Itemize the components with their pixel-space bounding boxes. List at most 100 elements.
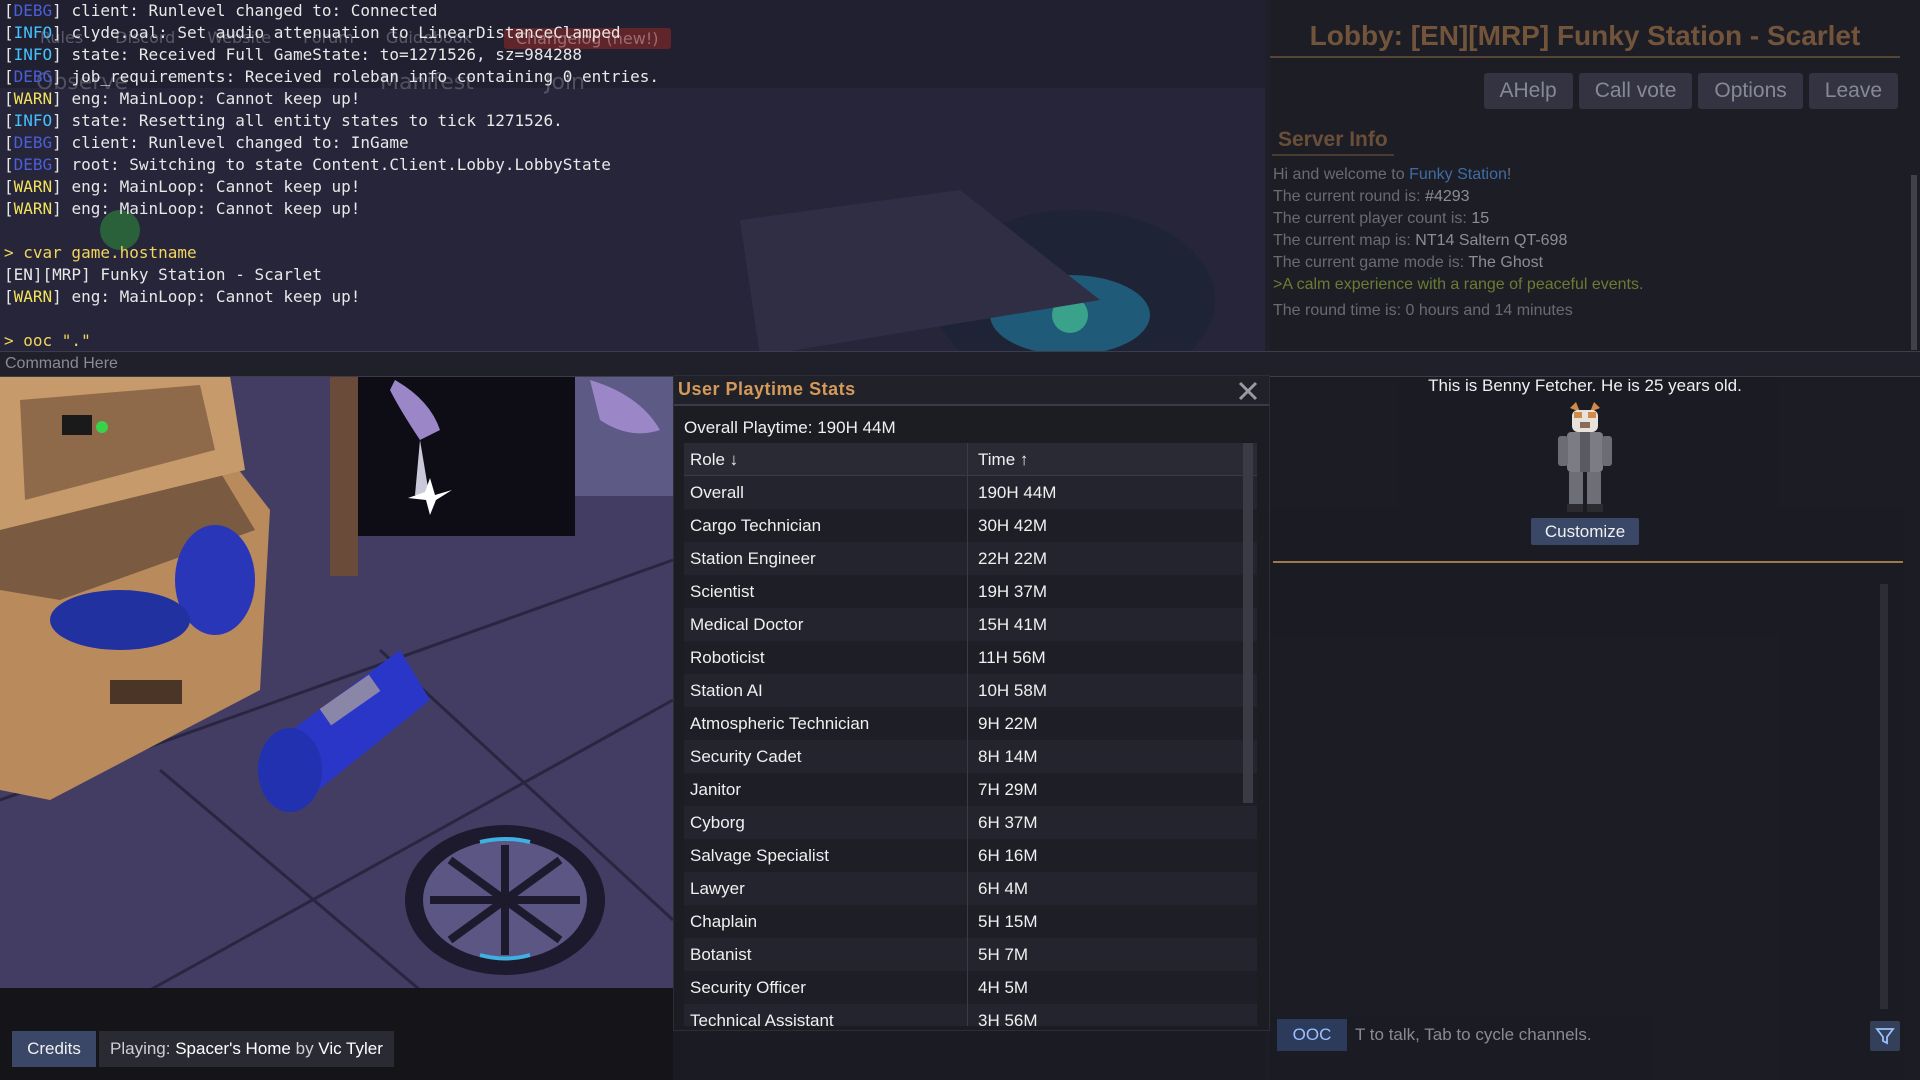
now-playing: Playing: Spacer's Home by Vic Tyler bbox=[99, 1031, 394, 1067]
log-message: eng: MainLoop: Cannot keep up! bbox=[71, 89, 361, 108]
role-cell: Overall bbox=[684, 476, 968, 509]
table-body: Overall 190H 44M Cargo Technician 30H 42M St… bbox=[684, 476, 1257, 1026]
playing-label: Playing: bbox=[110, 1039, 176, 1058]
window-title: User Playtime Stats bbox=[678, 379, 856, 399]
time-cell: 9H 22M bbox=[978, 714, 1038, 733]
panel-divider bbox=[1273, 561, 1903, 563]
time-cell: 190H 44M bbox=[978, 483, 1057, 502]
table-row: Cyborg 6H 37M bbox=[684, 806, 1257, 839]
role-cell: Lawyer bbox=[684, 872, 968, 905]
log-level-tag: INFO bbox=[13, 111, 53, 130]
role-cell: Cargo Technician bbox=[684, 509, 968, 542]
table-row: Medical Doctor 15H 41M bbox=[684, 608, 1257, 641]
log-message: root: Switching to state Content.Client.… bbox=[71, 155, 611, 174]
log-message: state: Resetting all entity states to ti… bbox=[71, 111, 563, 130]
chat-channel-button[interactable]: OOC bbox=[1277, 1019, 1347, 1051]
playtime-stats-window: User Playtime Stats Overall Playtime: 19… bbox=[673, 375, 1270, 1031]
log-level-tag: WARN bbox=[13, 89, 53, 108]
console-line: [WARN] eng: MainLoop: Cannot keep up! bbox=[4, 89, 361, 108]
table-row: Station AI 10H 58M bbox=[684, 674, 1257, 707]
customize-button[interactable]: Customize bbox=[1531, 518, 1639, 545]
console-line: [DEBG] client: Runlevel changed to: Conn… bbox=[4, 1, 438, 20]
time-cell: 19H 37M bbox=[978, 582, 1047, 601]
console-line: [WARN] eng: MainLoop: Cannot keep up! bbox=[4, 177, 361, 196]
console-line: [WARN] eng: MainLoop: Cannot keep up! bbox=[4, 199, 361, 218]
time-cell: 6H 4M bbox=[978, 879, 1029, 898]
log-message: eng: MainLoop: Cannot keep up! bbox=[71, 287, 361, 306]
table-row: Security Cadet 8H 14M bbox=[684, 740, 1257, 773]
playtime-table: Role ↓ Time ↑ Overall 190H 44M Cargo Techn… bbox=[684, 443, 1257, 1026]
role-cell: Roboticist bbox=[684, 641, 968, 674]
time-cell: 7H 29M bbox=[978, 780, 1038, 799]
table-scrollbar[interactable] bbox=[1243, 443, 1253, 803]
role-cell: Botanist bbox=[684, 938, 968, 971]
chat-input-bar: OOC T to talk, Tab to cycle channels. bbox=[1265, 1015, 1920, 1063]
time-cell: 5H 7M bbox=[978, 945, 1029, 964]
log-message: eng: MainLoop: Cannot keep up! bbox=[71, 199, 361, 218]
console-line: [INFO] clyde.oal: Set audio attenuation … bbox=[4, 23, 621, 42]
log-level-tag: WARN bbox=[13, 199, 53, 218]
log-message: job_requirements: Received roleban info … bbox=[71, 67, 660, 86]
song-artist: Vic Tyler bbox=[318, 1039, 383, 1058]
credits-button[interactable]: Credits bbox=[12, 1031, 96, 1067]
log-level-tag: DEBG bbox=[13, 1, 53, 20]
time-cell: 22H 22M bbox=[978, 549, 1047, 568]
console-line: [EN][MRP] Funky Station - Scarlet bbox=[4, 264, 1265, 286]
log-level-tag: WARN bbox=[13, 177, 53, 196]
table-row: Janitor 7H 29M bbox=[684, 773, 1257, 806]
log-message: client: Runlevel changed to: InGame bbox=[71, 133, 409, 152]
console-line: [DEBG] job_requirements: Received roleba… bbox=[4, 67, 660, 86]
role-cell: Salvage Specialist bbox=[684, 839, 968, 872]
chat-filter-button[interactable] bbox=[1870, 1021, 1900, 1051]
log-level-tag: INFO bbox=[13, 23, 53, 42]
console-line: [DEBG] root: Switching to state Content.… bbox=[4, 155, 611, 174]
filter-icon bbox=[1875, 1028, 1895, 1045]
role-cell: Scientist bbox=[684, 575, 968, 608]
table-row: Lawyer 6H 4M bbox=[684, 872, 1257, 905]
log-level-tag: DEBG bbox=[13, 155, 53, 174]
window-titlebar[interactable]: User Playtime Stats bbox=[674, 376, 1269, 406]
log-level-tag: INFO bbox=[13, 45, 53, 64]
table-row: Roboticist 11H 56M bbox=[684, 641, 1257, 674]
log-message: clyde.oal: Set audio attenuation to Line… bbox=[71, 23, 621, 42]
time-cell: 4H 5M bbox=[978, 978, 1029, 997]
log-message: client: Runlevel changed to: Connected bbox=[71, 1, 438, 20]
time-cell: 11H 56M bbox=[978, 648, 1046, 667]
time-column-header[interactable]: Time ↑ bbox=[968, 443, 1257, 475]
console-line: [DEBG] client: Runlevel changed to: InGa… bbox=[4, 133, 409, 152]
overall-playtime-label: Overall Playtime: bbox=[684, 418, 818, 437]
role-cell: Station Engineer bbox=[684, 542, 968, 575]
role-cell: Station AI bbox=[684, 674, 968, 707]
table-header: Role ↓ Time ↑ bbox=[684, 443, 1257, 476]
chat-input[interactable]: T to talk, Tab to cycle channels. bbox=[1355, 1019, 1592, 1051]
role-cell: Atmospheric Technician bbox=[684, 707, 968, 740]
console-line: > ooc "." bbox=[4, 330, 1265, 352]
time-cell: 15H 41M bbox=[978, 615, 1047, 634]
table-row: Overall 190H 44M bbox=[684, 476, 1257, 509]
console-command-input[interactable]: Command Here bbox=[0, 351, 1920, 377]
console-line: > cvar game.hostname bbox=[4, 242, 1265, 264]
time-cell: 6H 16M bbox=[978, 846, 1038, 865]
debug-console: [DEBG] client: Runlevel changed to: Conn… bbox=[0, 0, 1920, 356]
character-description: This is Benny Fetcher. He is 25 years ol… bbox=[1428, 376, 1742, 395]
log-level-tag: DEBG bbox=[13, 67, 53, 86]
time-cell: 5H 15M bbox=[978, 912, 1038, 931]
log-message: state: Received Full GameState: to=12715… bbox=[71, 45, 582, 64]
log-level-tag: WARN bbox=[13, 287, 53, 306]
time-cell: 10H 58M bbox=[978, 681, 1047, 700]
time-cell: 3H 56M bbox=[978, 1011, 1038, 1026]
time-cell: 6H 37M bbox=[978, 813, 1038, 832]
role-column-header[interactable]: Role ↓ bbox=[684, 443, 968, 475]
close-icon[interactable] bbox=[1235, 378, 1261, 404]
role-cell: Chaplain bbox=[684, 905, 968, 938]
role-cell: Security Officer bbox=[684, 971, 968, 1004]
character-sprite bbox=[1558, 402, 1612, 512]
role-cell: Security Cadet bbox=[684, 740, 968, 773]
table-row: Botanist 5H 7M bbox=[684, 938, 1257, 971]
overall-playtime: Overall Playtime: 190H 44M bbox=[684, 418, 896, 438]
console-command: > cvar game.hostname bbox=[4, 243, 197, 262]
table-row: Station Engineer 22H 22M bbox=[684, 542, 1257, 575]
log-message: eng: MainLoop: Cannot keep up! bbox=[71, 177, 361, 196]
chat-scrollbar[interactable] bbox=[1880, 584, 1888, 1009]
